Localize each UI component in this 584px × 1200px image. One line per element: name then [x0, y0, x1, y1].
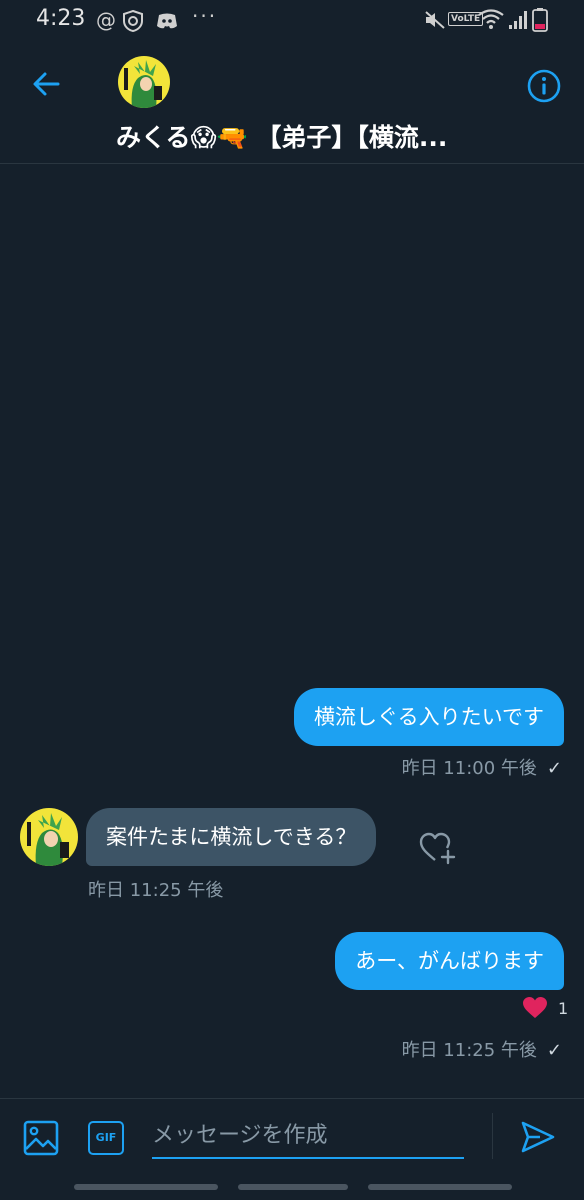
more-notifications-icon: ··· [192, 4, 218, 28]
conversation-header: みくる😱🔫 【弟子】【横流... [0, 40, 584, 164]
sent-check-icon: ✓ [546, 758, 562, 779]
status-bar: 4:23 @ ··· VoLTE [0, 0, 584, 40]
sent-message-bubble[interactable]: あー、がんばります [335, 932, 564, 990]
heart-icon [523, 997, 547, 1018]
dm-conversation-screen: 4:23 @ ··· VoLTE みくる😱🔫 【弟子】【横流... 横流しぐる入… [0, 0, 584, 1200]
reaction-count: 1 [558, 998, 569, 1018]
composer-divider [492, 1113, 493, 1159]
received-message-bubble[interactable]: 案件たまに横流しできる？ [86, 808, 377, 866]
at-icon: @ [96, 8, 116, 32]
discord-icon [157, 13, 177, 29]
message-input[interactable] [152, 1113, 464, 1157]
message-timestamp: 昨日 11:25 午後 [401, 1040, 537, 1061]
sender-avatar[interactable] [20, 808, 78, 866]
message-meta: 昨日 11:25 午後 ✓ [402, 1036, 562, 1062]
wifi-icon [478, 9, 504, 29]
sent-message-bubble[interactable]: 横流しぐる入りたいです [294, 688, 564, 746]
image-icon[interactable] [22, 1119, 60, 1157]
info-icon[interactable] [526, 68, 562, 104]
sent-check-icon: ✓ [546, 1040, 562, 1061]
back-arrow-icon[interactable] [28, 66, 64, 102]
nav-back-bar[interactable] [368, 1184, 512, 1190]
mute-icon [425, 11, 445, 29]
heart-plus-icon[interactable] [418, 830, 456, 866]
message-reaction[interactable]: 1 [522, 996, 568, 1020]
contact-avatar[interactable] [118, 56, 170, 108]
send-icon[interactable] [520, 1119, 556, 1155]
gif-button[interactable]: GIF [88, 1121, 124, 1155]
nav-recents-bar[interactable] [74, 1184, 218, 1190]
status-time: 4:23 [36, 6, 86, 31]
conversation-title[interactable]: みくる😱🔫 【弟子】【横流... [116, 118, 516, 154]
shield-app-icon [123, 10, 143, 32]
signal-icon [509, 11, 527, 29]
message-input-wrapper [152, 1113, 464, 1159]
message-meta: 昨日 11:00 午後 ✓ [402, 754, 562, 780]
nav-home-bar[interactable] [238, 1184, 348, 1190]
message-timestamp: 昨日 11:25 午後 [88, 880, 224, 901]
battery-icon [532, 8, 548, 32]
message-timestamp: 昨日 11:00 午後 [401, 758, 537, 779]
